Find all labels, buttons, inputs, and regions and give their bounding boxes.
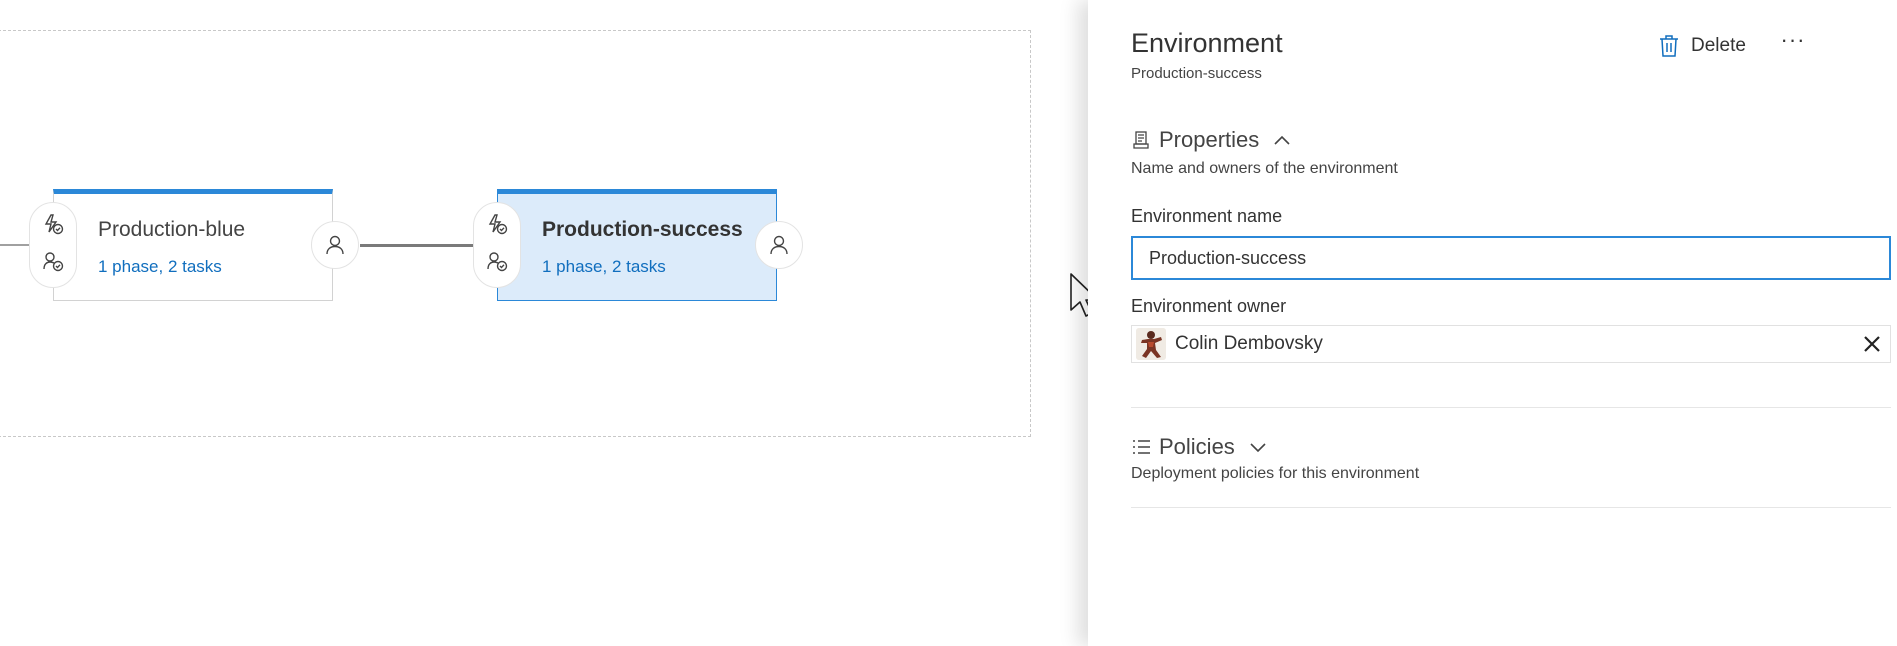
section-divider [1131,507,1891,508]
properties-icon [1133,131,1149,149]
panel-title: Environment [1131,28,1283,58]
environment-panel: Environment Production-success Delete ··… [1088,0,1897,646]
pre-deployment-conditions [29,202,77,288]
properties-section-toggle[interactable]: Properties [1131,127,1291,153]
stage-card-production-success[interactable]: Production-success 1 phase, 2 tasks [497,189,777,301]
owner-name: Colin Dembovsky [1175,333,1323,354]
environment-owner-label: Environment owner [1131,296,1287,316]
post-deployment-approver[interactable] [311,221,359,269]
post-deployment-approver[interactable] [755,221,803,269]
stage-name: Production-success [542,218,743,241]
trigger-icon[interactable] [42,213,64,240]
stage-name: Production-blue [98,218,246,241]
policies-section-toggle[interactable]: Policies [1131,434,1267,460]
stage-tasks-link[interactable]: 1 phase, 2 tasks [542,257,666,277]
stage-card-production-blue[interactable]: Production-blue 1 phase, 2 tasks [53,189,333,301]
delete-label: Delete [1691,35,1746,56]
environment-owner-picker[interactable]: Colin Dembovsky [1131,325,1891,363]
person-icon [770,235,788,255]
pre-deployment-conditions [473,202,521,288]
panel-subtitle: Production-success [1131,65,1262,82]
section-divider [1131,407,1891,408]
chevron-up-icon [1274,135,1290,145]
trash-icon [1660,35,1678,57]
list-icon [1133,440,1150,454]
environment-name-label: Environment name [1131,206,1283,226]
policies-description: Deployment policies for this environment [1131,465,1420,482]
clear-owner-button[interactable] [1860,332,1884,356]
policies-title: Policies [1159,434,1235,459]
avatar-image [1136,328,1166,360]
pre-approval-icon[interactable] [486,250,508,277]
properties-title: Properties [1159,127,1260,152]
environment-name-input[interactable] [1131,236,1891,280]
person-icon [326,235,344,255]
chevron-down-icon [1250,443,1266,453]
stage-connector [360,244,474,247]
owner-avatar [1136,328,1166,360]
trigger-icon[interactable] [486,213,508,240]
delete-button[interactable]: Delete [1658,31,1746,61]
pipeline-canvas: Production-blue 1 phase, 2 tasks Product… [0,0,1099,646]
close-icon [1864,336,1880,352]
properties-description: Name and owners of the environment [1131,160,1398,177]
more-actions-button[interactable]: ··· [1773,29,1813,58]
incoming-connector [0,244,30,246]
stage-tasks-link[interactable]: 1 phase, 2 tasks [98,257,222,277]
pre-approval-icon[interactable] [42,250,64,277]
